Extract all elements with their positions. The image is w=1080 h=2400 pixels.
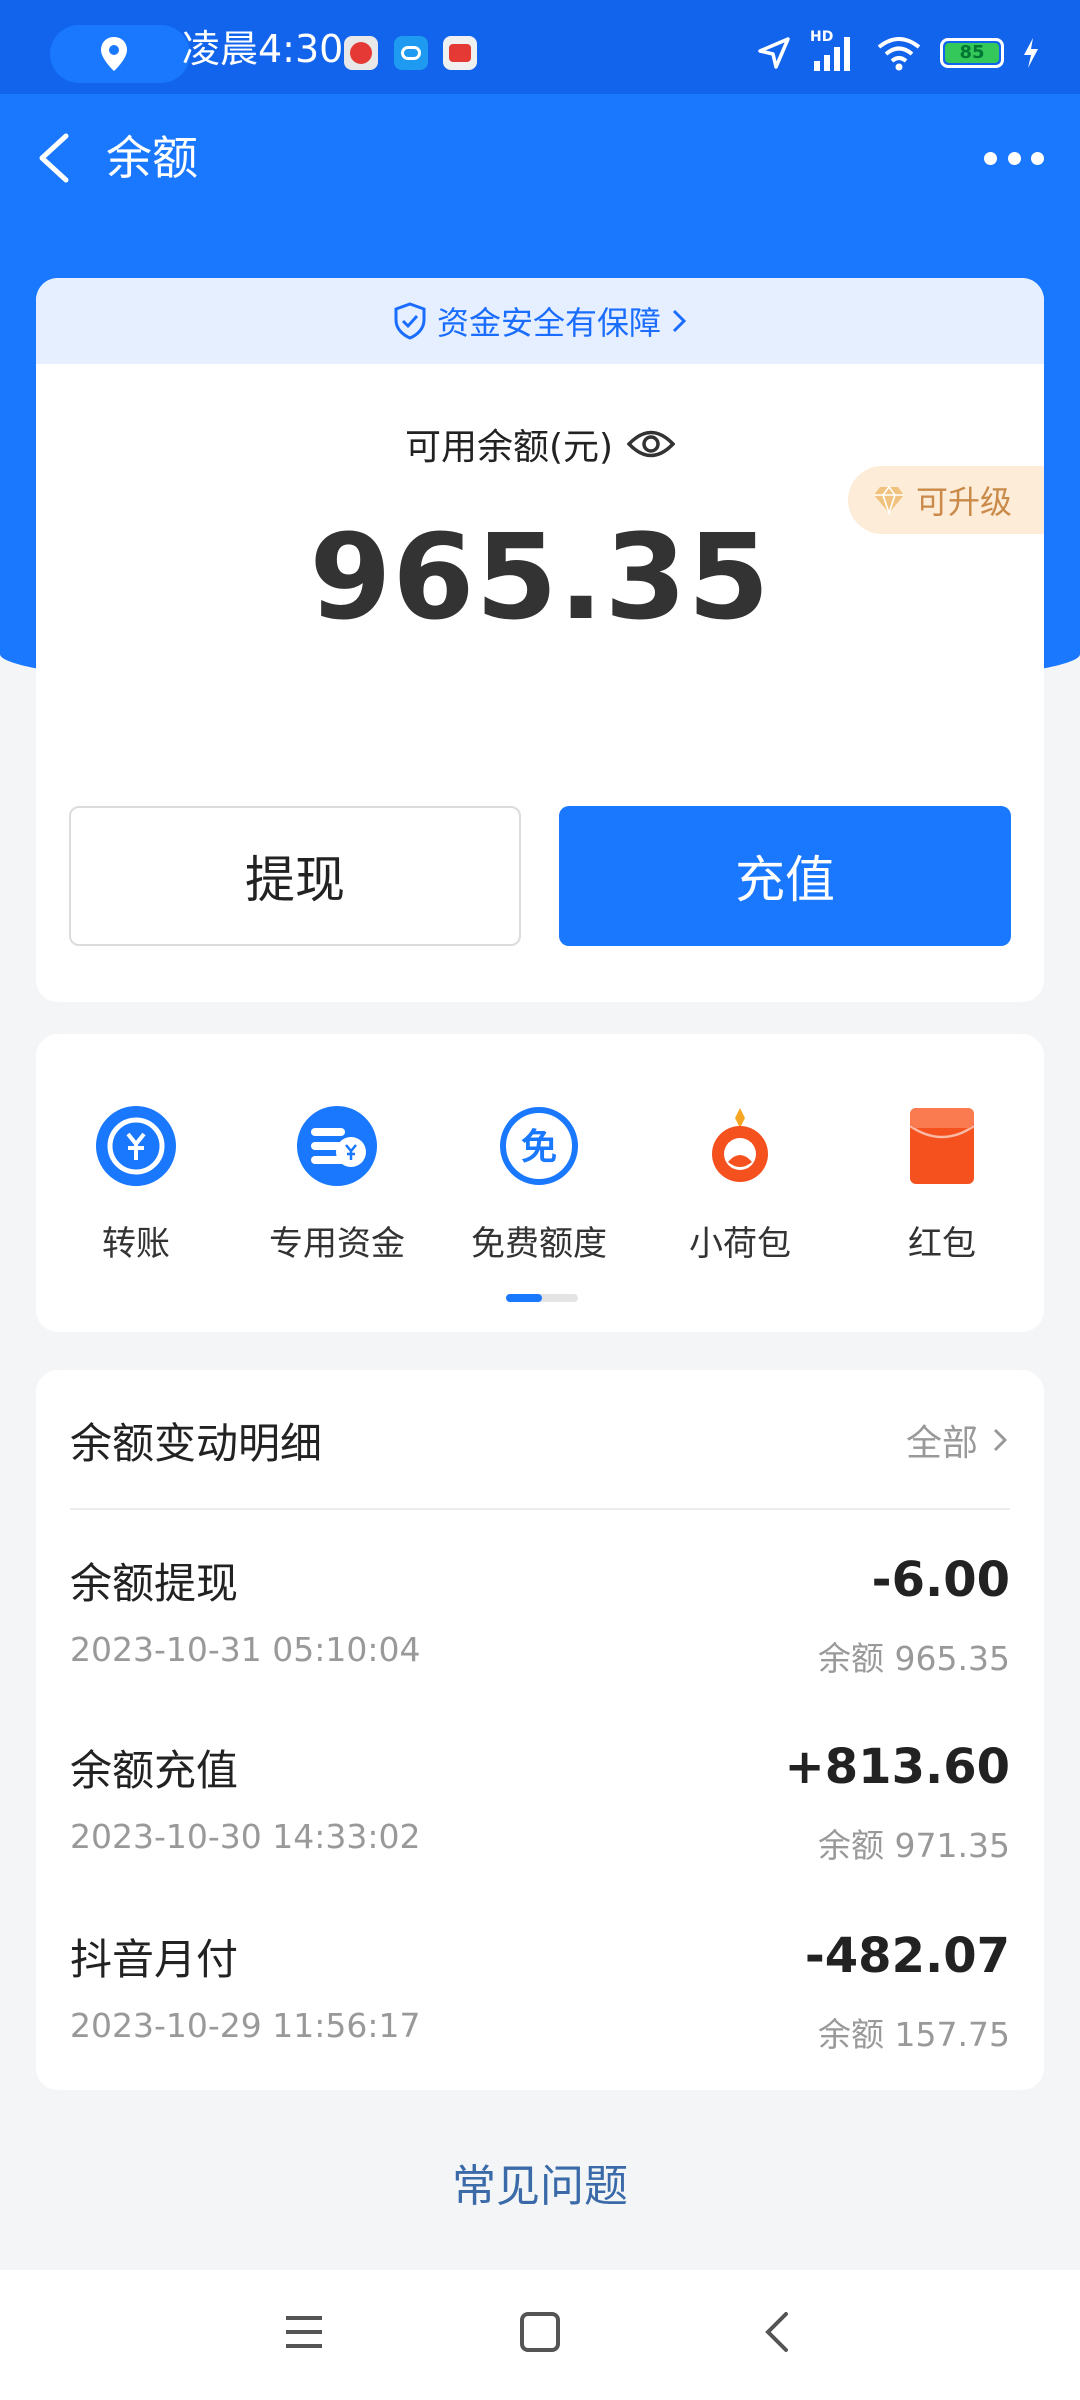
transaction-row[interactable]: 抖音月付 2023-10-29 11:56:17 -482.07 余额 157.… (70, 1926, 1010, 2090)
transaction-amount: -6.00 (871, 1552, 1010, 1608)
back-button[interactable] (32, 128, 80, 188)
service-label: 红包 (908, 1224, 976, 1264)
view-all-link[interactable]: 全部 (906, 1414, 1008, 1466)
charging-icon (1024, 38, 1038, 68)
battery-icon: 85 (940, 38, 1004, 68)
transaction-amount: -482.07 (804, 1928, 1010, 1984)
service-small-pouch[interactable]: 小荷包 (640, 1104, 840, 1265)
balance-details-card: 余额变动明细 全部 余额提现 2023-10-31 05:10:04 -6.00… (36, 1370, 1044, 2090)
service-label: 转账 (102, 1224, 170, 1264)
available-balance-label: 可用余额(元) (404, 427, 614, 468)
transaction-balance: 余额 157.75 (818, 2015, 1010, 2054)
divider (70, 1508, 1010, 1510)
app-badge-icon (344, 36, 378, 70)
available-balance-label-row: 可用余额(元) (36, 418, 1044, 470)
system-back-button[interactable] (756, 2310, 800, 2358)
service-label: 专用资金 (269, 1224, 405, 1264)
signal-icon: HD (810, 29, 858, 73)
eye-icon[interactable] (627, 427, 676, 461)
transaction-title: 余额充值 (70, 1746, 239, 1795)
transaction-title: 余额提现 (70, 1559, 239, 1608)
red-envelope-icon (900, 1104, 984, 1188)
balance-amount: 965.35 (309, 508, 771, 646)
service-dedicated-funds[interactable]: 专用资金 (237, 1104, 437, 1265)
transaction-balance: 余额 965.35 (818, 1639, 1010, 1678)
service-label: 免费额度 (471, 1224, 607, 1264)
balance-card: 资金安全有保障 可用余额(元) 可升级 965.35 提现 充值 (36, 278, 1044, 1002)
chevron-left-icon (39, 133, 69, 183)
withdraw-button[interactable]: 提现 (69, 806, 521, 946)
location-pin-icon (101, 37, 127, 71)
more-dots-icon (984, 151, 997, 165)
menu-button[interactable] (282, 2310, 326, 2358)
wifi-icon (877, 37, 921, 71)
service-transfer[interactable]: 转账 (36, 1104, 236, 1265)
free-quota-icon: 免 (497, 1104, 581, 1188)
app-delivery-icon (443, 36, 477, 70)
transaction-title: 抖音月付 (70, 1935, 239, 1984)
transaction-time: 2023-10-30 14:33:02 (70, 1817, 421, 1856)
page-title: 余额 (106, 131, 198, 185)
page-indicator (506, 1294, 578, 1302)
fund-safety-text: 资金安全有保障 (436, 304, 661, 342)
location-pill[interactable] (50, 25, 190, 83)
status-bar: 凌晨4:30 HD 85 (0, 0, 1080, 94)
app-chat-icon (394, 36, 428, 70)
transaction-amount: +813.60 (784, 1739, 1010, 1795)
chevron-right-icon (993, 1428, 1008, 1452)
menu-icon (286, 2316, 322, 2348)
chevron-right-icon (672, 309, 687, 333)
transaction-row[interactable]: 余额充值 2023-10-30 14:33:02 +813.60 余额 971.… (70, 1737, 1010, 1907)
services-card: 转账 专用资金 免 免费额度 小荷包 红包 (36, 1034, 1044, 1332)
small-pouch-icon (698, 1104, 782, 1188)
transaction-row[interactable]: 余额提现 2023-10-31 05:10:04 -6.00 余额 965.35 (70, 1550, 1010, 1720)
back-triangle-icon (765, 2312, 788, 2352)
navigation-arrow-icon (758, 37, 790, 69)
system-nav-bar (0, 2270, 1080, 2400)
details-title: 余额变动明细 (70, 1419, 323, 1468)
square-home-icon (520, 2312, 560, 2352)
battery-level: 85 (945, 43, 999, 63)
home-button[interactable] (518, 2310, 562, 2358)
more-button[interactable] (984, 146, 1044, 170)
fund-safety-banner[interactable]: 资金安全有保障 (36, 278, 1044, 364)
svg-text:免: 免 (521, 1127, 557, 1168)
dedicated-funds-icon (295, 1104, 379, 1188)
faq-link[interactable]: 常见问题 (0, 2150, 1080, 2214)
shield-check-icon (394, 302, 426, 340)
service-red-envelope[interactable]: 红包 (842, 1104, 1042, 1265)
status-right-icons: HD 85 (756, 28, 1040, 78)
transaction-time: 2023-10-29 11:56:17 (70, 2006, 421, 2045)
status-time: 凌晨4:30 (182, 27, 344, 71)
transfer-icon (94, 1104, 178, 1188)
transaction-balance: 余额 971.35 (818, 1826, 1010, 1865)
service-label: 小荷包 (689, 1224, 791, 1264)
recharge-button[interactable]: 充值 (559, 806, 1011, 946)
service-free-quota[interactable]: 免 免费额度 (439, 1104, 639, 1265)
transaction-time: 2023-10-31 05:10:04 (70, 1630, 421, 1669)
view-all-label: 全部 (905, 1423, 978, 1464)
